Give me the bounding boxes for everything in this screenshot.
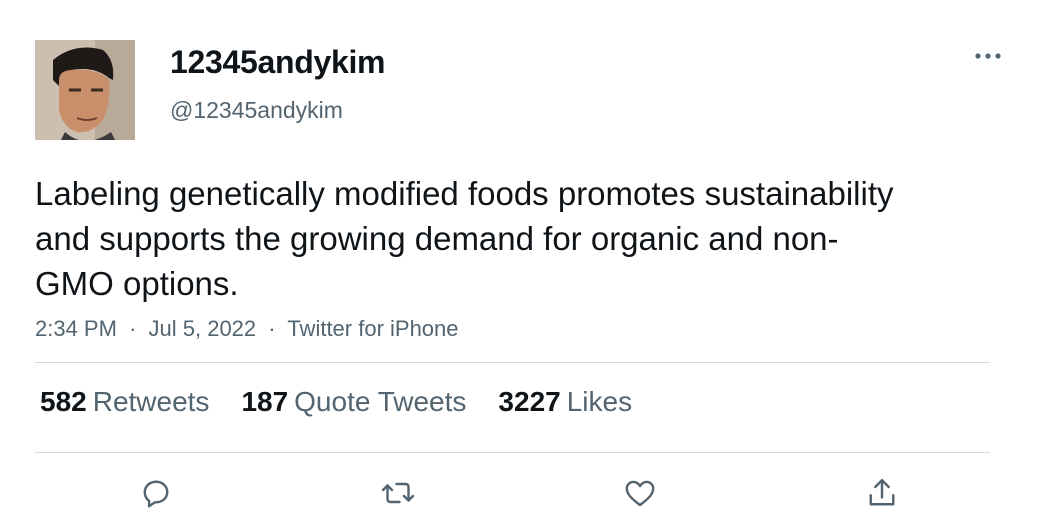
meta-separator: · (129, 316, 137, 341)
display-name[interactable]: 12345andykim (170, 44, 386, 81)
heart-icon (625, 480, 655, 507)
likes-label: Likes (566, 386, 633, 417)
handle[interactable]: @12345andykim (170, 97, 343, 124)
reply-icon (143, 480, 169, 508)
tweet-card: 12345andykim @12345andykim Labeling gene… (0, 0, 1050, 525)
like-button[interactable] (620, 473, 660, 513)
retweet-icon (381, 482, 415, 504)
more-button[interactable] (968, 42, 1008, 70)
quote-tweets-count: 187 (241, 386, 289, 417)
engagement-stats: 582 Retweets 187 Quote Tweets 3227 Likes (40, 386, 664, 418)
divider-bottom (35, 452, 990, 453)
share-icon (869, 479, 895, 506)
retweets-stat[interactable]: 582 Retweets (40, 386, 209, 418)
divider-top (35, 362, 990, 363)
retweet-button[interactable] (378, 473, 418, 513)
share-button[interactable] (862, 473, 902, 513)
tweet-date[interactable]: Jul 5, 2022 (149, 316, 257, 341)
retweets-label: Retweets (92, 386, 210, 417)
avatar-photo (35, 40, 135, 140)
reply-button[interactable] (136, 473, 176, 513)
meta-separator: · (268, 316, 276, 341)
more-horizontal-icon (975, 53, 1001, 59)
likes-count: 3227 (498, 386, 561, 417)
tweet-meta: 2:34 PM · Jul 5, 2022 · Twitter for iPho… (35, 316, 459, 342)
quote-tweets-label: Quote Tweets (294, 386, 467, 417)
likes-stat[interactable]: 3227 Likes (498, 386, 632, 418)
tweet-text: Labeling genetically modified foods prom… (35, 175, 894, 302)
tweet-source[interactable]: Twitter for iPhone (287, 316, 458, 341)
quote-tweets-stat[interactable]: 187 Quote Tweets (241, 386, 466, 418)
tweet-time[interactable]: 2:34 PM (35, 316, 117, 341)
retweets-count: 582 (40, 386, 87, 417)
avatar[interactable] (35, 40, 135, 140)
